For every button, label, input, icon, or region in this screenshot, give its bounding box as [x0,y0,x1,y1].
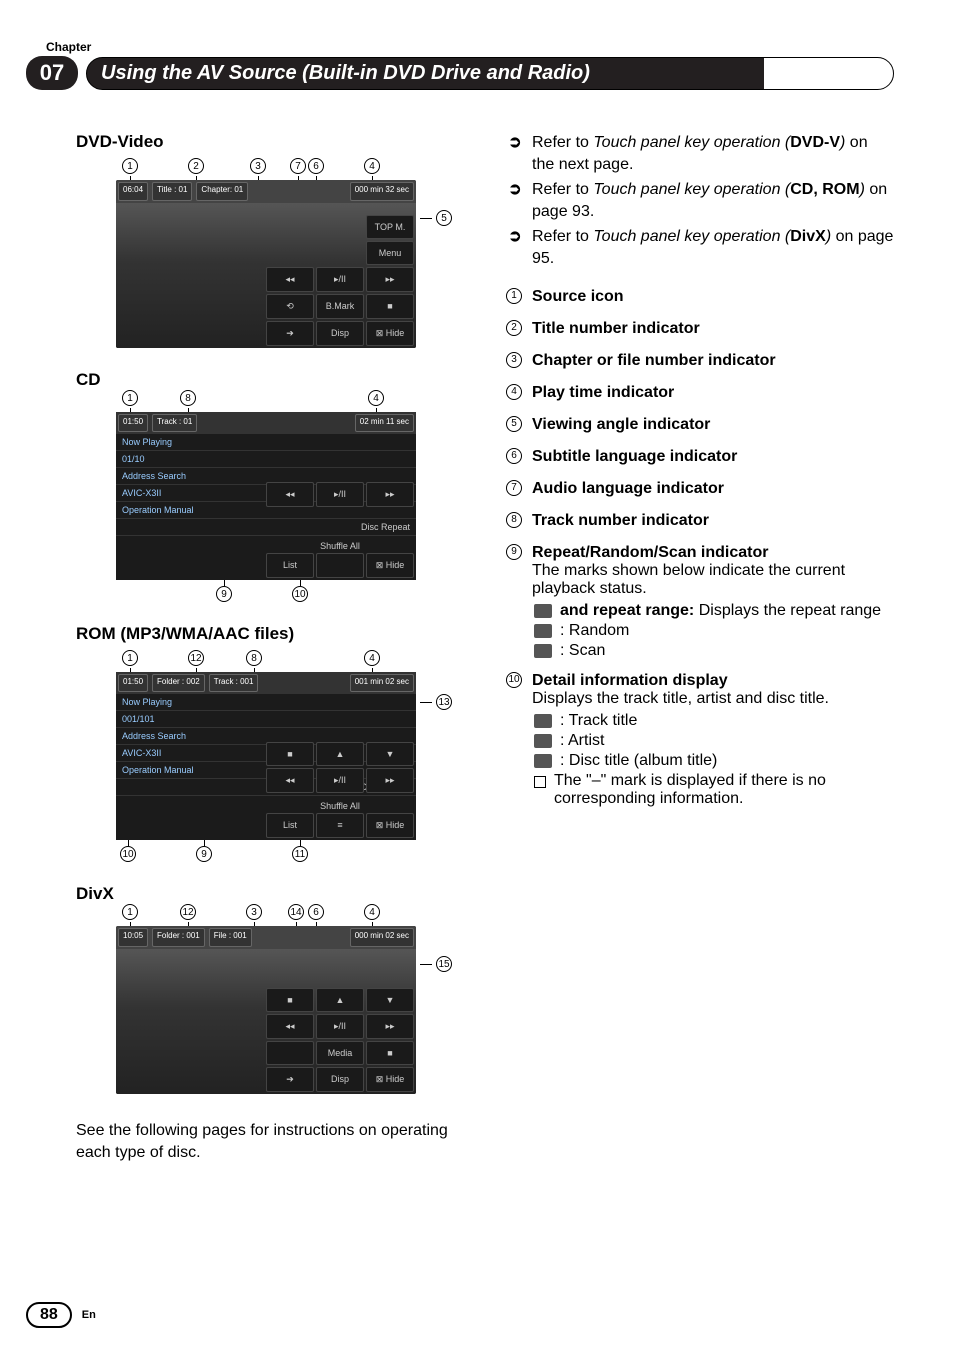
left-column: DVD-Video 1 2 3 7 6 4 06:04 Title : 01 C… [76,132,476,1163]
btn-top-menu[interactable]: TOP M. [366,215,414,239]
divx-btn-arrow[interactable]: ➔ [266,1067,314,1092]
divx-callouts-top: 1 12 3 14 6 4 [116,904,476,926]
divx-btn-hide[interactable]: ⊠ Hide [366,1067,414,1092]
btn-disp[interactable]: Disp [316,321,364,346]
divx-btn-folder[interactable]: ■ [266,988,314,1012]
scan-icon [534,644,552,658]
language-code: En [82,1309,96,1321]
artist-icon [534,734,552,748]
btn-prev[interactable]: ◂◂ [266,267,314,292]
dvd-callouts-top: 1 2 3 7 6 4 [116,158,476,180]
cd-callouts-top: 1 8 4 [116,390,476,412]
rom-btn-up[interactable]: ▲ [316,742,364,766]
track-title-icon [534,714,552,728]
btn-hide[interactable]: ⊠ Hide [366,321,414,346]
legend-list: 1Source icon 2Title number indicator 3Ch… [506,288,894,808]
footer: 88 En [26,1302,96,1328]
btn-arrow[interactable]: ➔ [266,321,314,346]
repeat-icon [534,604,552,618]
btn-menu[interactable]: Menu [366,241,414,265]
rom-callouts-bottom: 10 9 11 [116,840,476,862]
screenshot-rom: 01:50 Folder : 002 Track : 001 001 min 0… [116,672,416,840]
divx-btn-blank[interactable] [266,1041,314,1065]
cd-btn-prev[interactable]: ◂◂ [266,482,314,507]
btn-bmark[interactable]: B.Mark [316,294,364,319]
rom-btn-play[interactable]: ▸/II [316,768,364,793]
page-title: Using the AV Source (Built-in DVD Drive … [101,62,590,85]
screenshot-divx: 10:05 Folder : 001 File : 001 000 min 02… [116,926,416,1094]
rom-btn-list[interactable]: List [266,813,314,838]
btn-angle[interactable]: ⟲ [266,294,314,319]
reference-list: ➲ Refer to Touch panel key operation (DV… [506,132,894,270]
random-icon [534,624,552,638]
rom-callouts-top: 1 12 8 4 [116,650,476,672]
rom-btn-prev[interactable]: ◂◂ [266,768,314,793]
rom-btn-down[interactable]: ▼ [366,742,414,766]
page-number: 88 [26,1302,72,1328]
pointer-icon: ➲ [506,179,524,222]
rom-btn-info[interactable]: ≡ [316,813,364,838]
legend10-desc: Displays the track title, artist and dis… [532,690,894,708]
screenshot-dvd: 06:04 Title : 01 Chapter: 01 000 min 32 … [116,180,416,348]
pointer-icon: ➲ [506,226,524,269]
divx-btn-next[interactable]: ▸▸ [366,1014,414,1039]
rom-btn-next[interactable]: ▸▸ [366,768,414,793]
cd-btn-next[interactable]: ▸▸ [366,482,414,507]
legend9-desc: The marks shown below indicate the curre… [532,562,894,598]
btn-next[interactable]: ▸▸ [366,267,414,292]
divx-btn-up[interactable]: ▲ [316,988,364,1012]
note-box-icon [534,776,546,788]
divx-btn-prev[interactable]: ◂◂ [266,1014,314,1039]
instruction-text: See the following pages for instructions… [76,1120,476,1163]
divx-btn-stop[interactable]: ■ [366,1041,414,1065]
screenshot-cd: 01:50 Track : 01 02 min 11 sec Now Playi… [116,412,416,580]
cd-btn-hide[interactable]: ⊠ Hide [366,553,414,578]
divx-btn-play[interactable]: ▸/II [316,1014,364,1039]
cd-btn-blank[interactable] [316,553,364,578]
btn-play-pause[interactable]: ▸/II [316,267,364,292]
divx-btn-disp[interactable]: Disp [316,1067,364,1092]
chapter-label: Chapter [46,40,894,54]
cd-btn-play[interactable]: ▸/II [316,482,364,507]
chapter-number-badge: 07 [26,56,78,90]
pointer-icon: ➲ [506,132,524,175]
divx-btn-down[interactable]: ▼ [366,988,414,1012]
cd-btn-list[interactable]: List [266,553,314,578]
heading-cd: CD [76,370,476,390]
divx-btn-media[interactable]: Media [316,1041,364,1065]
heading-dvd-video: DVD-Video [76,132,476,152]
rom-btn-hide[interactable]: ⊠ Hide [366,813,414,838]
disc-title-icon [534,754,552,768]
rom-btn-folder[interactable]: ■ [266,742,314,766]
right-column: ➲ Refer to Touch panel key operation (DV… [506,132,894,1163]
heading-divx: DivX [76,884,476,904]
cd-callouts-bottom: 9 10 [116,580,476,602]
btn-stop[interactable]: ■ [366,294,414,319]
heading-rom: ROM (MP3/WMA/AAC files) [76,624,476,644]
page-title-bubble: Using the AV Source (Built-in DVD Drive … [86,57,894,90]
